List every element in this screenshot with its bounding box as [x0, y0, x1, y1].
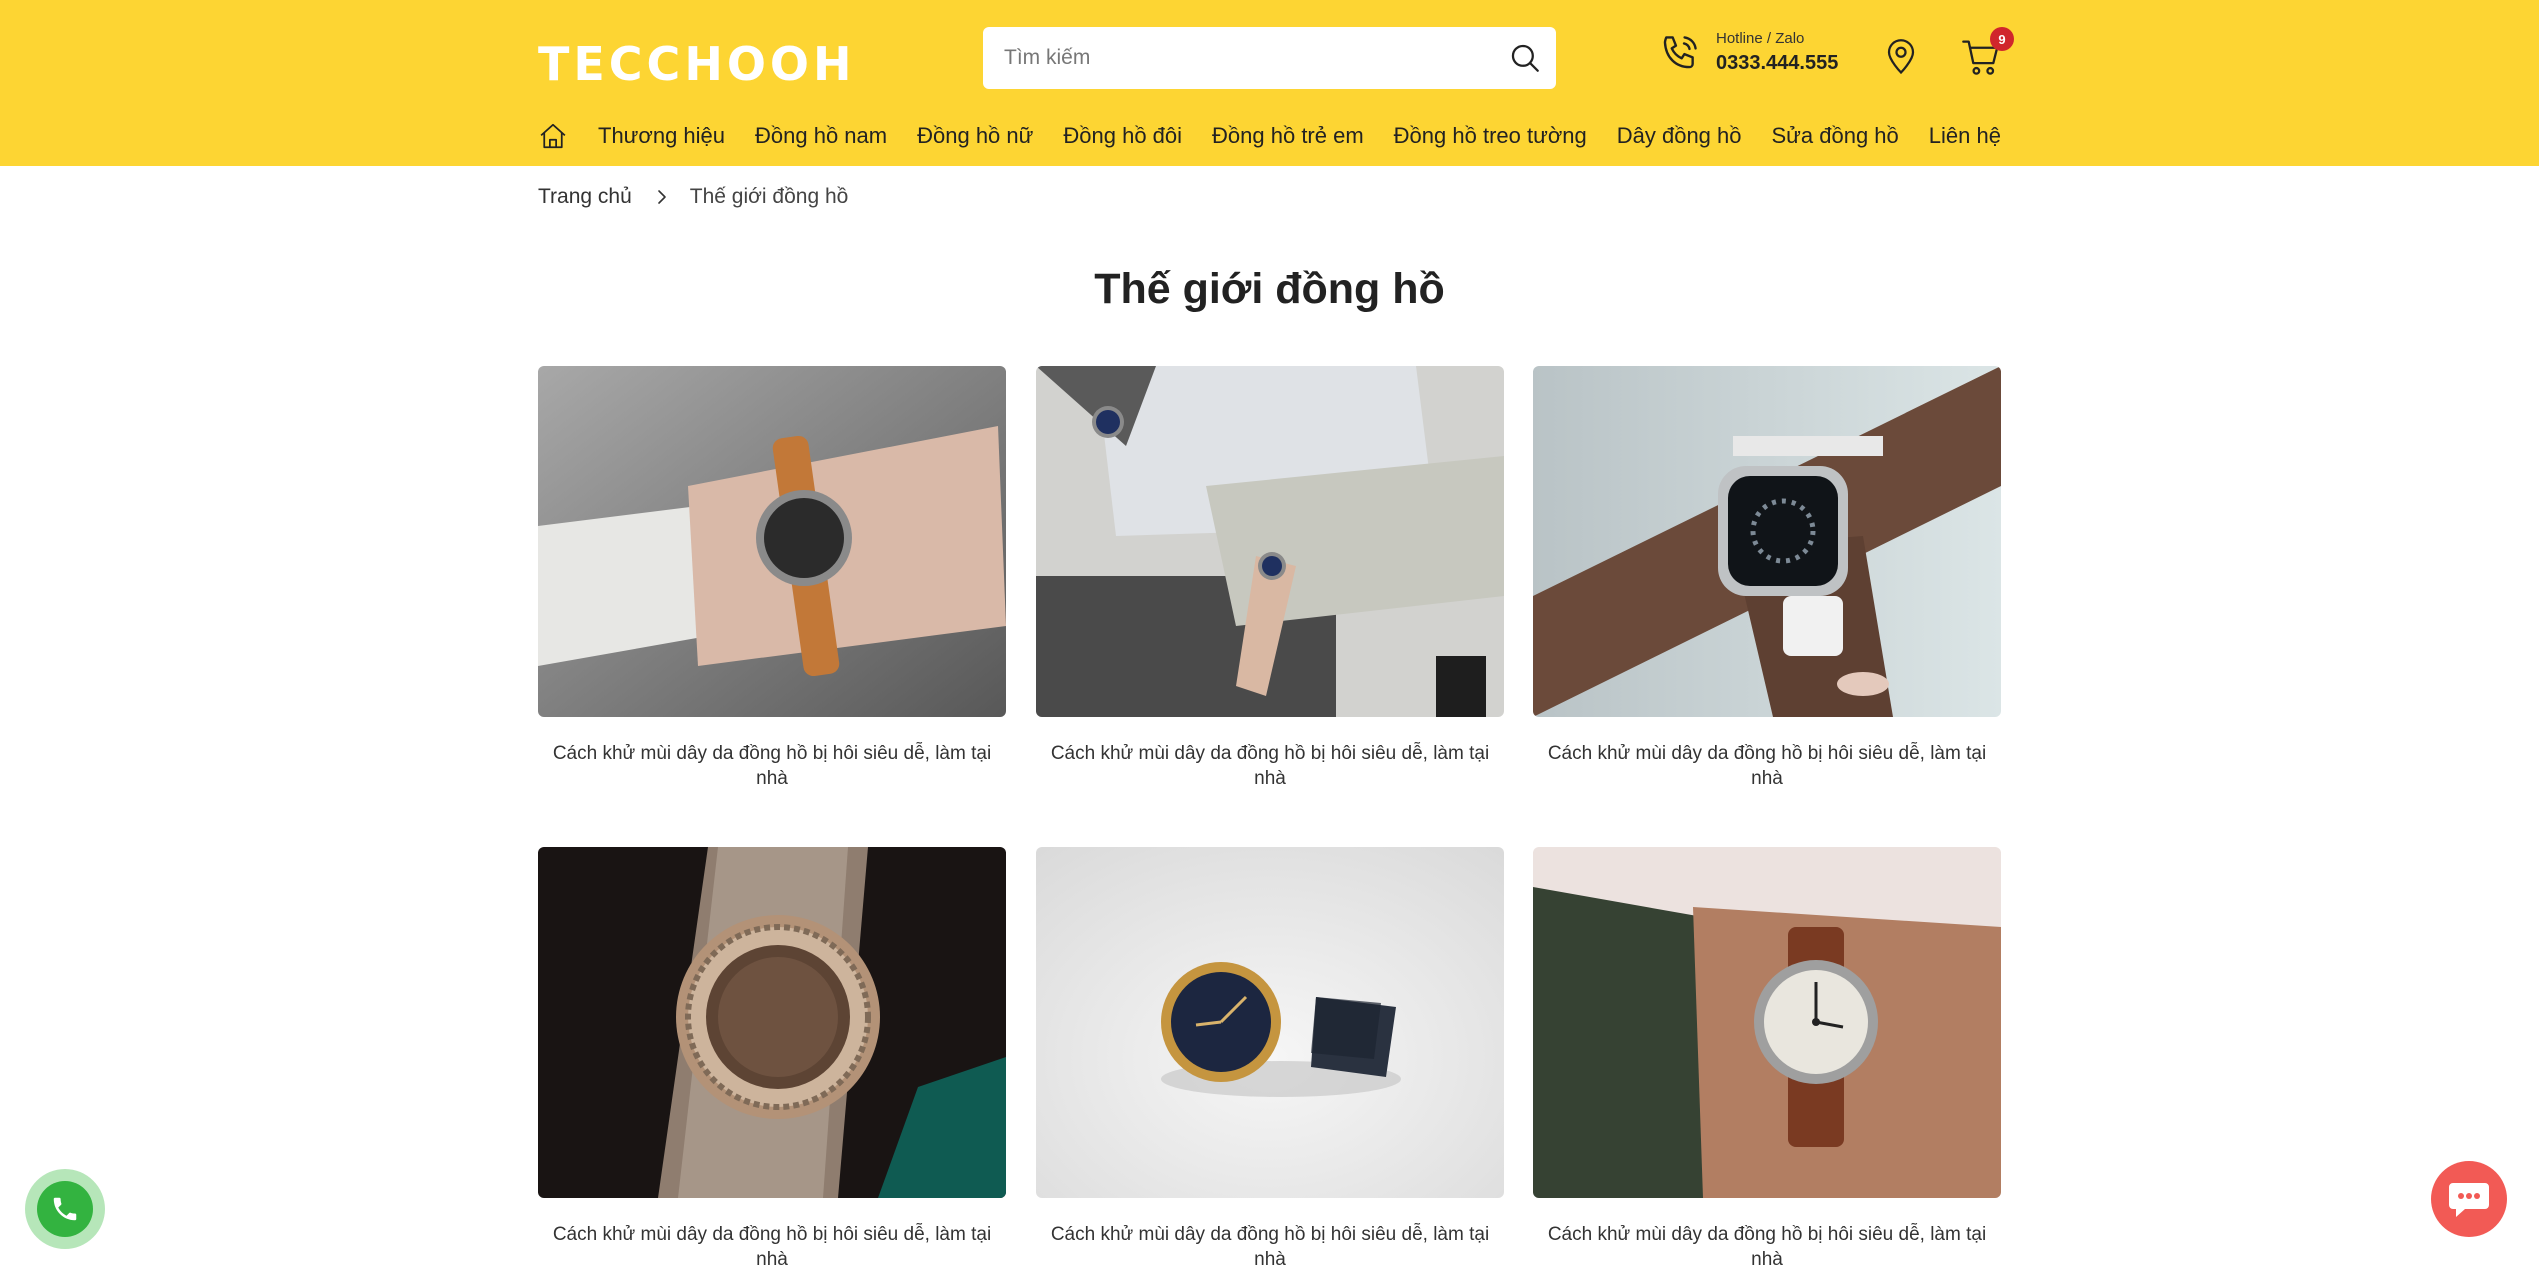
site-header: TECCHOOH Hotline / Zalo 0333.444.555 9 — [0, 0, 2539, 166]
breadcrumb-current: Thế giới đồng hồ — [689, 185, 849, 208]
nav-item-watch-straps[interactable]: Dây đồng hồ — [1617, 123, 1742, 149]
article-card[interactable]: Cách khử mùi dây da đồng hồ bị hôi siêu … — [1533, 847, 2001, 1272]
article-thumbnail[interactable] — [1036, 366, 1504, 717]
nav-item-womens-watches[interactable]: Đồng hồ nữ — [917, 123, 1033, 149]
watch-photo-image — [1036, 366, 1504, 717]
phone-icon — [1663, 35, 1697, 68]
nav-item-couple-watches[interactable]: Đồng hồ đôi — [1063, 123, 1182, 149]
watch-photo-image — [538, 847, 1006, 1198]
chevron-right-icon — [657, 190, 666, 204]
nav-item-wall-clocks[interactable]: Đồng hồ treo tường — [1394, 123, 1587, 149]
nav-item-watch-repair[interactable]: Sửa đồng hồ — [1772, 123, 1899, 149]
watch-photo-image — [1036, 847, 1504, 1198]
article-title[interactable]: Cách khử mùi dây da đồng hồ bị hôi siêu … — [1036, 1222, 1504, 1272]
main-nav: Thương hiệu Đồng hồ nam Đồng hồ nữ Đồng … — [538, 118, 2031, 154]
site-logo[interactable]: TECCHOOH — [538, 37, 856, 91]
article-title[interactable]: Cách khử mùi dây da đồng hồ bị hôi siêu … — [1533, 741, 2001, 791]
article-title[interactable]: Cách khử mùi dây da đồng hồ bị hôi siêu … — [1533, 1222, 2001, 1272]
article-thumbnail[interactable] — [538, 847, 1006, 1198]
nav-item-contact[interactable]: Liên hệ — [1929, 123, 2001, 149]
search-box — [983, 27, 1556, 89]
nav-item-kids-watches[interactable]: Đồng hồ trẻ em — [1212, 123, 1364, 149]
hotline-number[interactable]: 0333.444.555 — [1716, 52, 1838, 75]
call-button-circle — [37, 1181, 93, 1237]
nav-item-brands[interactable]: Thương hiệu — [598, 123, 725, 149]
article-thumbnail[interactable] — [1533, 366, 2001, 717]
chat-button[interactable] — [2431, 1161, 2507, 1237]
location-icon[interactable] — [1883, 36, 1919, 76]
article-thumbnail[interactable] — [538, 366, 1006, 717]
page-title: Thế giới đồng hồ — [1094, 265, 1445, 313]
cart-count-badge: 9 — [1990, 27, 2014, 51]
nav-item-mens-watches[interactable]: Đồng hồ nam — [755, 123, 887, 149]
article-thumbnail[interactable] — [1036, 847, 1504, 1198]
chat-bubble-icon — [2449, 1183, 2489, 1217]
watch-photo-image — [1533, 847, 2001, 1198]
article-card[interactable]: Cách khử mùi dây da đồng hồ bị hôi siêu … — [538, 847, 1006, 1272]
call-button[interactable] — [25, 1169, 105, 1249]
watch-photo-image — [1533, 366, 2001, 717]
breadcrumb-home-link[interactable]: Trang chủ — [538, 185, 632, 209]
article-title[interactable]: Cách khử mùi dây da đồng hồ bị hôi siêu … — [538, 1222, 1006, 1272]
hotline[interactable]: Hotline / Zalo 0333.444.555 — [1658, 30, 1838, 75]
search-icon[interactable] — [1508, 41, 1542, 75]
article-title[interactable]: Cách khử mùi dây da đồng hồ bị hôi siêu … — [1036, 741, 1504, 791]
article-card[interactable]: Cách khử mùi dây da đồng hồ bị hôi siêu … — [538, 366, 1006, 791]
logo-text: TECCHOOH — [538, 37, 856, 91]
article-title[interactable]: Cách khử mùi dây da đồng hồ bị hôi siêu … — [538, 741, 1006, 791]
home-icon[interactable] — [538, 121, 568, 151]
article-card[interactable]: Cách khử mùi dây da đồng hồ bị hôi siêu … — [1533, 366, 2001, 791]
search-input[interactable] — [983, 27, 1556, 89]
article-thumbnail[interactable] — [1533, 847, 2001, 1198]
article-card[interactable]: Cách khử mùi dây da đồng hồ bị hôi siêu … — [1036, 366, 1504, 791]
article-card[interactable]: Cách khử mùi dây da đồng hồ bị hôi siêu … — [1036, 847, 1504, 1272]
watch-photo-image — [538, 366, 1006, 717]
hotline-label: Hotline / Zalo — [1716, 30, 1805, 47]
breadcrumb: Trang chủ Thế giới đồng hồ — [538, 185, 848, 209]
phone-icon — [53, 1197, 77, 1221]
